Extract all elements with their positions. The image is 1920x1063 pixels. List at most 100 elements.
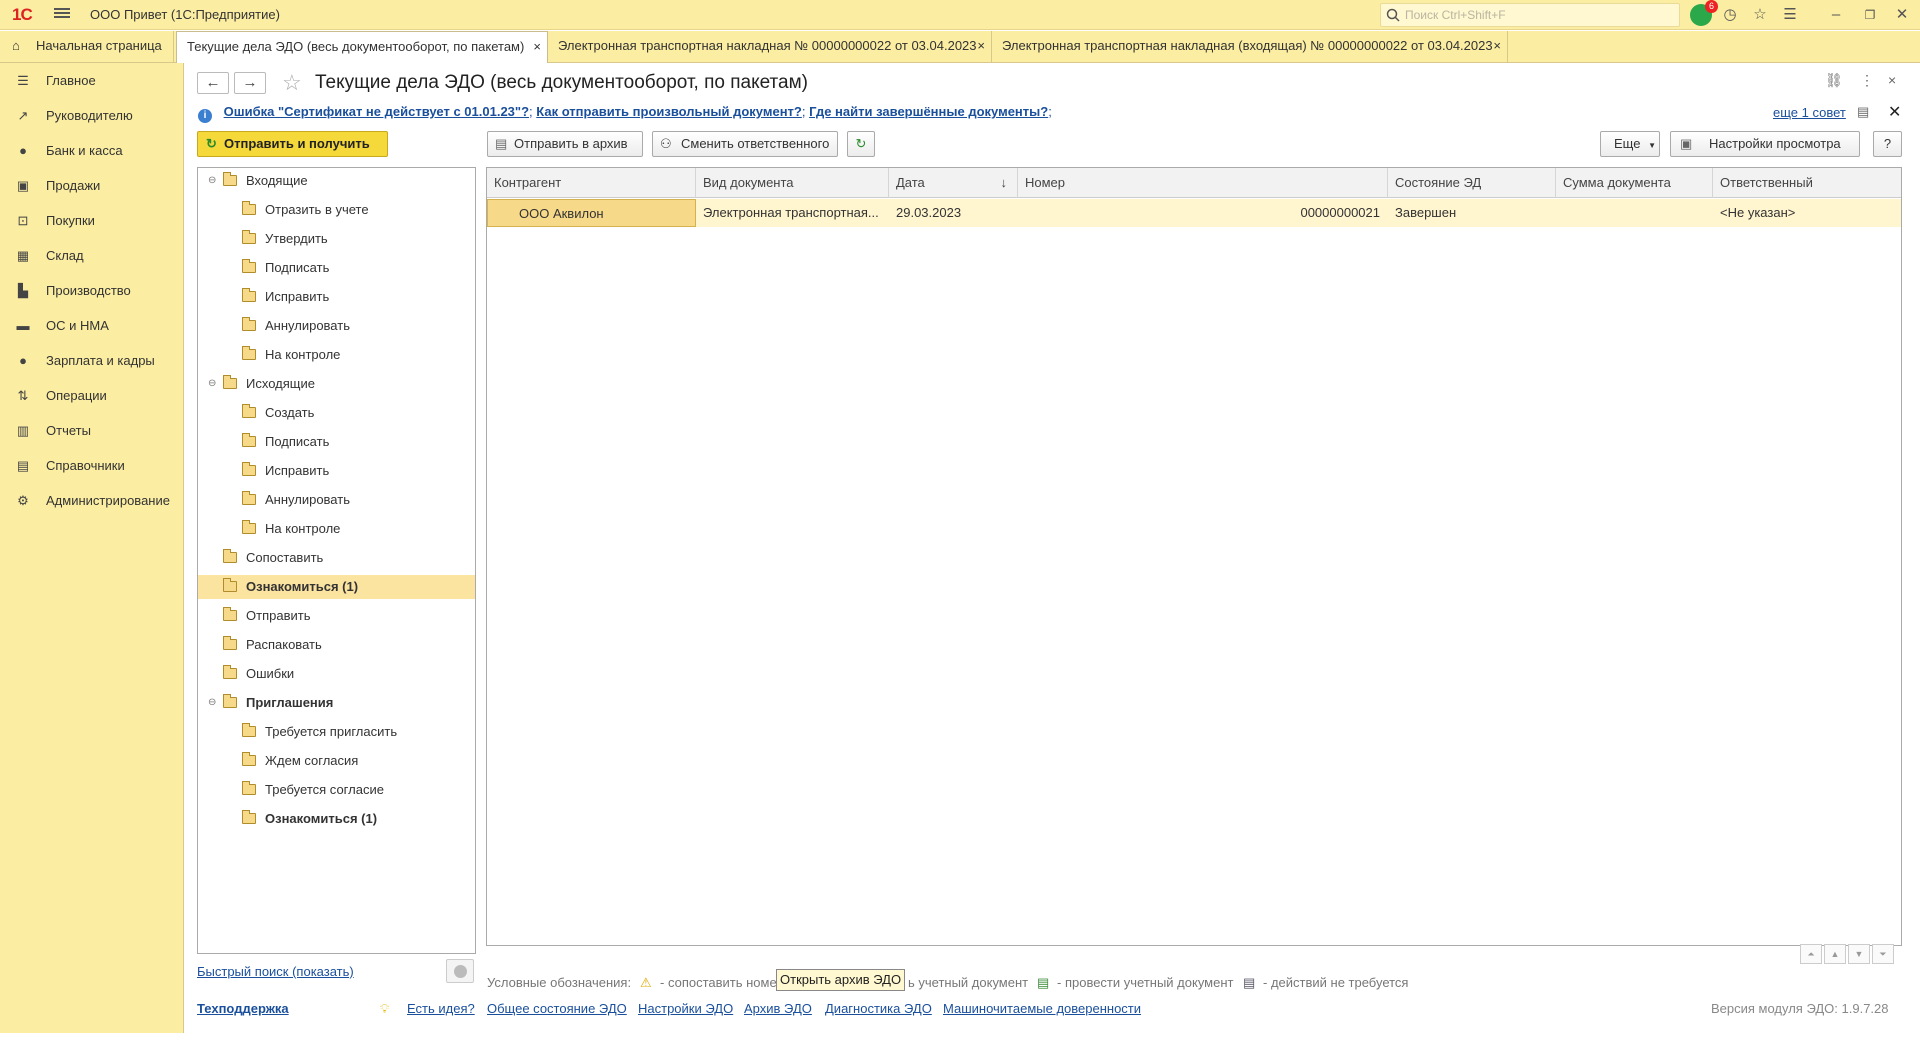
- power-of-attorney-link[interactable]: Машиночитаемые доверенности: [943, 1001, 1141, 1016]
- more-button[interactable]: Еще ▼: [1600, 131, 1660, 157]
- tree-node[interactable]: Ошибки: [198, 662, 475, 686]
- cell-state[interactable]: Завершен: [1388, 199, 1556, 227]
- collapse-toggle-icon[interactable]: ⊖: [208, 169, 216, 193]
- tree-node[interactable]: Сопоставить: [198, 546, 475, 570]
- main-menu-icon[interactable]: [54, 6, 70, 20]
- tip-link-send-arbitrary[interactable]: Как отправить произвольный документ?: [536, 104, 802, 119]
- link-icon[interactable]: ⛓: [1825, 72, 1843, 89]
- tree-node[interactable]: Отразить в учете: [198, 198, 475, 222]
- settings-menu-icon[interactable]: ☰: [1780, 5, 1800, 25]
- cell-sum[interactable]: [1556, 199, 1713, 227]
- column-state[interactable]: Состояние ЭД: [1388, 168, 1556, 198]
- tree-node[interactable]: На контроле: [198, 517, 475, 541]
- edo-diagnostics-link[interactable]: Диагностика ЭДО: [825, 1001, 932, 1016]
- search-input[interactable]: Поиск Ctrl+Shift+F: [1380, 3, 1680, 27]
- cell-number[interactable]: 00000000021: [1018, 199, 1388, 227]
- tree-node[interactable]: Аннулировать: [198, 314, 475, 338]
- sidebar-item-purchases[interactable]: ⊡ Покупки: [0, 206, 184, 236]
- tree-node[interactable]: На контроле: [198, 343, 475, 367]
- document-icon[interactable]: ▤: [1857, 104, 1869, 120]
- cell-doc-type[interactable]: Электронная транспортная...: [696, 199, 889, 227]
- refresh-button[interactable]: ↻: [847, 131, 875, 157]
- tree-node[interactable]: Подписать: [198, 256, 475, 280]
- column-responsible[interactable]: Ответственный: [1713, 168, 1901, 198]
- favorites-star-icon[interactable]: ☆: [1750, 5, 1770, 25]
- tree-node[interactable]: Подписать: [198, 430, 475, 454]
- tip-link-certificate[interactable]: Ошибка "Сертификат не действует с 01.01.…: [224, 104, 529, 119]
- history-icon[interactable]: ◷: [1720, 5, 1740, 25]
- close-tips-icon[interactable]: ✕: [1888, 102, 1901, 122]
- tip-link-completed-docs[interactable]: Где найти завершённые документы?: [809, 104, 1048, 119]
- tree-node[interactable]: Отправить: [198, 604, 475, 628]
- minimize-icon[interactable]: –: [1826, 5, 1846, 25]
- column-sum[interactable]: Сумма документа: [1556, 168, 1713, 198]
- table-row[interactable]: ООО Аквилон Электронная транспортная... …: [487, 199, 1901, 227]
- sidebar-item-operations[interactable]: ⇅ Операции: [0, 381, 184, 411]
- sidebar-item-reports[interactable]: ▥ Отчеты: [0, 416, 184, 446]
- cell-counterparty[interactable]: ООО Аквилон: [487, 199, 696, 227]
- sidebar-item-catalogs[interactable]: ▤ Справочники: [0, 451, 184, 481]
- tree-node[interactable]: ⊖ Приглашения: [198, 691, 475, 715]
- tree-node[interactable]: Аннулировать: [198, 488, 475, 512]
- forward-button[interactable]: →: [234, 72, 266, 94]
- tree-node[interactable]: Требуется согласие: [198, 778, 475, 802]
- tree-node[interactable]: Требуется пригласить: [198, 720, 475, 744]
- sidebar-item-admin[interactable]: ⚙ Администрирование: [0, 486, 184, 516]
- sidebar-item-production[interactable]: ▙ Производство: [0, 276, 184, 306]
- sidebar-item-sales[interactable]: ▣ Продажи: [0, 171, 184, 201]
- tree-node[interactable]: ⊖ Исходящие: [198, 372, 475, 396]
- idea-link[interactable]: Есть идея?: [407, 1001, 475, 1016]
- edo-archive-link[interactable]: Архив ЭДО: [744, 1001, 812, 1016]
- cell-date[interactable]: 29.03.2023: [889, 199, 1018, 227]
- scroll-top-icon[interactable]: ⏶: [1800, 944, 1822, 964]
- quick-search-link[interactable]: Быстрый поиск (показать): [197, 964, 354, 979]
- close-window-icon[interactable]: ✕: [1892, 5, 1912, 25]
- scroll-bottom-icon[interactable]: ⏷: [1872, 944, 1894, 964]
- tree-node[interactable]: Ознакомиться (1): [198, 807, 475, 831]
- close-form-icon[interactable]: ×: [1888, 72, 1896, 88]
- column-date[interactable]: Дата ↓: [889, 168, 1018, 198]
- tree-node[interactable]: Исправить: [198, 459, 475, 483]
- more-vertical-icon[interactable]: ⋮: [1860, 72, 1874, 89]
- sidebar-item-salary[interactable]: ● Зарплата и кадры: [0, 346, 184, 376]
- close-icon[interactable]: ×: [1493, 31, 1501, 61]
- tab-current-edo[interactable]: Текущие дела ЭДО (весь документооборот, …: [176, 31, 548, 63]
- sidebar-item-warehouse[interactable]: ▦ Склад: [0, 241, 184, 271]
- tree-node[interactable]: Утвердить: [198, 227, 475, 251]
- edo-status-link[interactable]: Общее состояние ЭДО: [487, 1001, 627, 1016]
- archive-button[interactable]: ▤ Отправить в архив: [487, 131, 643, 157]
- sidebar-item-assets[interactable]: ▬ ОС и НМА: [0, 311, 184, 341]
- clear-search-button[interactable]: [446, 959, 474, 983]
- scroll-up-icon[interactable]: ▲: [1824, 944, 1846, 964]
- sidebar-item-main[interactable]: ☰ Главное: [0, 66, 184, 96]
- help-button[interactable]: ?: [1873, 131, 1902, 157]
- send-receive-button[interactable]: ↻ Отправить и получить: [197, 131, 388, 157]
- change-responsible-button[interactable]: ⚇ Сменить ответственного: [652, 131, 838, 157]
- column-doc-type[interactable]: Вид документа: [696, 168, 889, 198]
- restore-icon[interactable]: ❐: [1860, 5, 1880, 25]
- tree-node[interactable]: ⊖ Входящие: [198, 169, 475, 193]
- tab-transport-invoice-incoming[interactable]: Электронная транспортная накладная (вход…: [992, 31, 1508, 62]
- tab-transport-invoice[interactable]: Электронная транспортная накладная № 000…: [548, 31, 992, 62]
- tree-node[interactable]: Ознакомиться (1): [198, 575, 475, 599]
- column-counterparty[interactable]: Контрагент: [487, 168, 696, 198]
- tree-node[interactable]: Создать: [198, 401, 475, 425]
- cell-responsible[interactable]: <Не указан>: [1713, 199, 1901, 227]
- favorite-star-icon[interactable]: ☆: [282, 70, 302, 96]
- close-icon[interactable]: ×: [977, 31, 985, 61]
- tree-node[interactable]: Исправить: [198, 285, 475, 309]
- collapse-toggle-icon[interactable]: ⊖: [208, 691, 216, 715]
- tree-node[interactable]: Распаковать: [198, 633, 475, 657]
- view-settings-button[interactable]: ▣ Настройки просмотра: [1670, 131, 1860, 157]
- collapse-toggle-icon[interactable]: ⊖: [208, 372, 216, 396]
- back-button[interactable]: ←: [197, 72, 229, 94]
- sidebar-item-bank[interactable]: ● Банк и касса: [0, 136, 184, 166]
- more-tips-link[interactable]: еще 1 совет: [1773, 105, 1846, 120]
- tree-node[interactable]: Ждем согласия: [198, 749, 475, 773]
- close-icon[interactable]: ×: [533, 32, 541, 62]
- scroll-down-icon[interactable]: ▼: [1848, 944, 1870, 964]
- sidebar-item-management[interactable]: ↗ Руководителю: [0, 101, 184, 131]
- edo-settings-link[interactable]: Настройки ЭДО: [638, 1001, 733, 1016]
- tab-home[interactable]: ⌂ Начальная страница: [0, 31, 174, 62]
- column-number[interactable]: Номер: [1018, 168, 1388, 198]
